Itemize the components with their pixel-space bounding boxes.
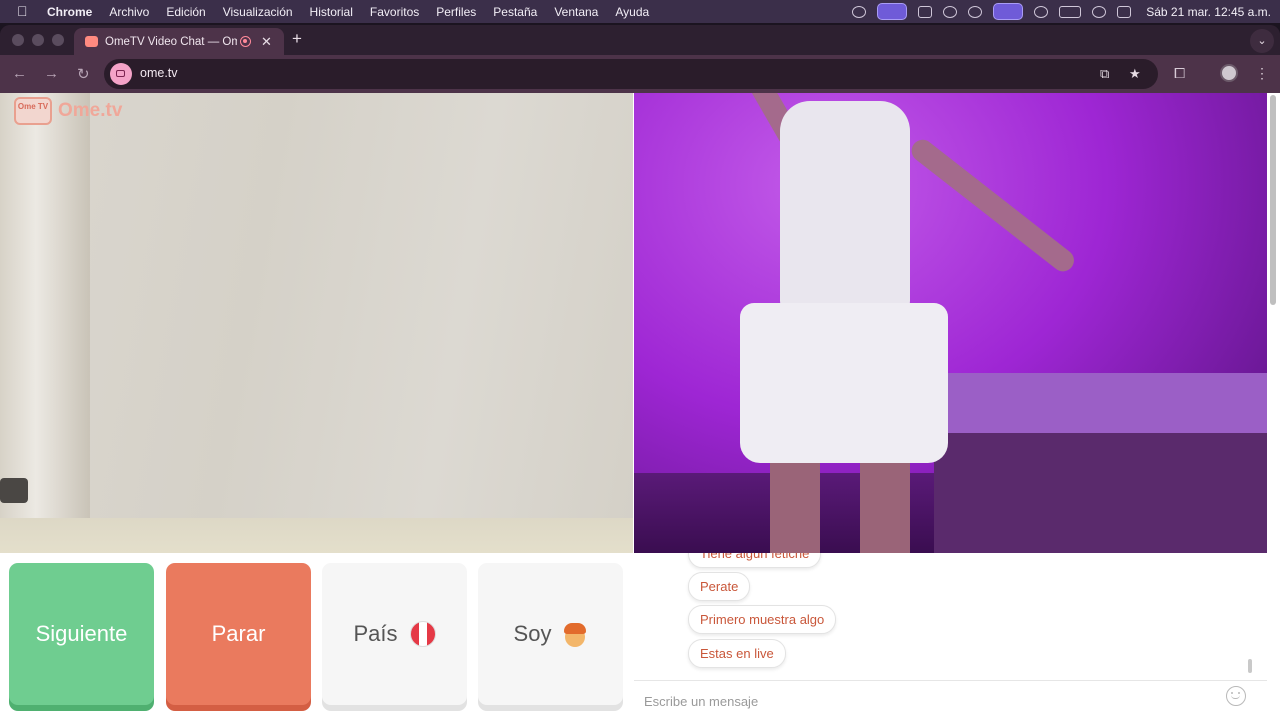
chat-message: Tiene algún fetiche — [688, 553, 822, 568]
video-person-arm — [907, 135, 1079, 276]
chat-message: Estas en live — [688, 639, 786, 668]
menu-app-chrome[interactable]: Chrome — [47, 5, 92, 19]
local-video: Ome TV Ome.tv — [0, 93, 633, 553]
tab-title: OmeTV Video Chat — Ome — [105, 35, 237, 48]
menu-ventana[interactable]: Ventana — [554, 5, 598, 19]
battery-icon[interactable] — [1059, 5, 1082, 18]
control-center-icon[interactable] — [1117, 5, 1132, 18]
tab-search-chevron-icon[interactable]: ⌄ — [1250, 29, 1274, 53]
menu-perfiles[interactable]: Perfiles — [436, 5, 476, 19]
close-window-icon[interactable] — [12, 34, 24, 46]
bookmark-star-icon[interactable]: ★ — [1129, 66, 1141, 82]
video-person-leg — [860, 453, 910, 553]
remote-video — [634, 93, 1267, 553]
video-person-shorts — [740, 303, 948, 463]
back-icon[interactable]: ← — [12, 65, 27, 82]
logo-text: Ome.tv — [58, 100, 123, 121]
chat-message: Perate — [688, 572, 751, 601]
new-tab-icon[interactable]: + — [292, 29, 302, 49]
ometv-page: Ome TV Ome.tv Siguiente Parar País Soy T… — [0, 93, 1280, 720]
tab-strip: OmeTV Video Chat — Ome ✕ + ⌄ — [0, 25, 1280, 55]
gender-button-label: Soy — [513, 621, 552, 646]
next-button-label: Siguiente — [35, 621, 128, 646]
stop-button[interactable]: Parar — [166, 563, 311, 705]
chat-input-bar — [634, 680, 1267, 720]
user-icon[interactable] — [968, 5, 983, 18]
address-bar[interactable]: ome.tv ⧉ ★ — [104, 59, 1158, 89]
close-tab-icon[interactable]: ✕ — [261, 34, 272, 50]
url-text[interactable]: ome.tv — [140, 66, 178, 80]
apple-icon[interactable]:  — [17, 0, 31, 23]
ometv-logo[interactable]: Ome TV Ome.tv — [14, 97, 122, 125]
browser-toolbar: ← → ↻ ome.tv ⧉ ★ ⧠ ⋮ — [0, 55, 1280, 93]
tv-logo-icon: Ome TV — [14, 97, 52, 125]
zoom-window-icon[interactable] — [52, 34, 64, 46]
menu-ayuda[interactable]: Ayuda — [615, 5, 649, 19]
reload-icon[interactable]: ↻ — [77, 65, 90, 83]
more-menu-icon[interactable]: ⋮ — [1255, 65, 1269, 82]
menu-status-area: Sáb 21 mar. 12:45 a.m. — [852, 0, 1280, 23]
next-button[interactable]: Siguiente — [9, 563, 154, 705]
minimize-window-icon[interactable] — [32, 34, 44, 46]
video-floor — [0, 518, 633, 553]
chat-scrollbar[interactable] — [1248, 659, 1252, 673]
menu-visualizacion[interactable]: Visualización — [223, 5, 293, 19]
video-person-leg — [770, 453, 820, 553]
extensions-icon[interactable]: ⧠ — [1174, 65, 1185, 82]
menu-edicion[interactable]: Edición — [166, 5, 205, 19]
page-scrollbar[interactable] — [1270, 95, 1276, 305]
macos-menu-bar:  Chrome Archivo Edición Visualización H… — [0, 0, 1280, 23]
menu-archivo[interactable]: Archivo — [109, 5, 149, 19]
browser-window: OmeTV Video Chat — Ome ✕ + ⌄ ← → ↻ ome.t… — [0, 25, 1280, 720]
gender-button[interactable]: Soy — [478, 563, 623, 705]
menu-favoritos[interactable]: Favoritos — [370, 5, 419, 19]
display-icon[interactable] — [918, 5, 933, 18]
chat-panel: Tiene algún fetiche Perate Primero muest… — [634, 553, 1267, 720]
boy-emoji-icon — [563, 621, 587, 647]
tab-ometv[interactable]: OmeTV Video Chat — Ome ✕ — [74, 28, 284, 55]
chat-message-input[interactable] — [642, 687, 1216, 715]
ometv-favicon-icon — [85, 36, 98, 47]
wifi-icon[interactable] — [1034, 5, 1049, 18]
chat-message: Primero muestra algo — [688, 605, 837, 634]
video-person-torso — [780, 101, 910, 311]
country-button-label: País — [353, 621, 398, 646]
camera-site-icon[interactable] — [110, 63, 132, 85]
video-object — [0, 478, 28, 503]
play-icon[interactable] — [943, 5, 958, 18]
video-bed-shadow — [934, 433, 1267, 553]
menu-clock[interactable]: Sáb 21 mar. 12:45 a.m. — [1146, 5, 1271, 19]
screen-share-icon[interactable] — [877, 3, 908, 20]
profile-avatar[interactable] — [1220, 64, 1238, 82]
forward-icon[interactable]: → — [44, 65, 59, 82]
menu-pestana[interactable]: Pestaña — [493, 5, 537, 19]
menu-historial[interactable]: Historial — [310, 5, 353, 19]
emoji-icon[interactable] — [1226, 686, 1246, 706]
stop-button-label: Parar — [211, 621, 266, 646]
cast-icon[interactable]: ⧉ — [1100, 66, 1109, 82]
peru-flag-icon — [409, 621, 436, 647]
country-button[interactable]: País — [322, 563, 467, 705]
cloud-status-icon[interactable] — [852, 5, 867, 18]
window-icon[interactable] — [993, 3, 1024, 20]
search-icon[interactable] — [1092, 5, 1107, 18]
recording-icon — [240, 36, 251, 47]
